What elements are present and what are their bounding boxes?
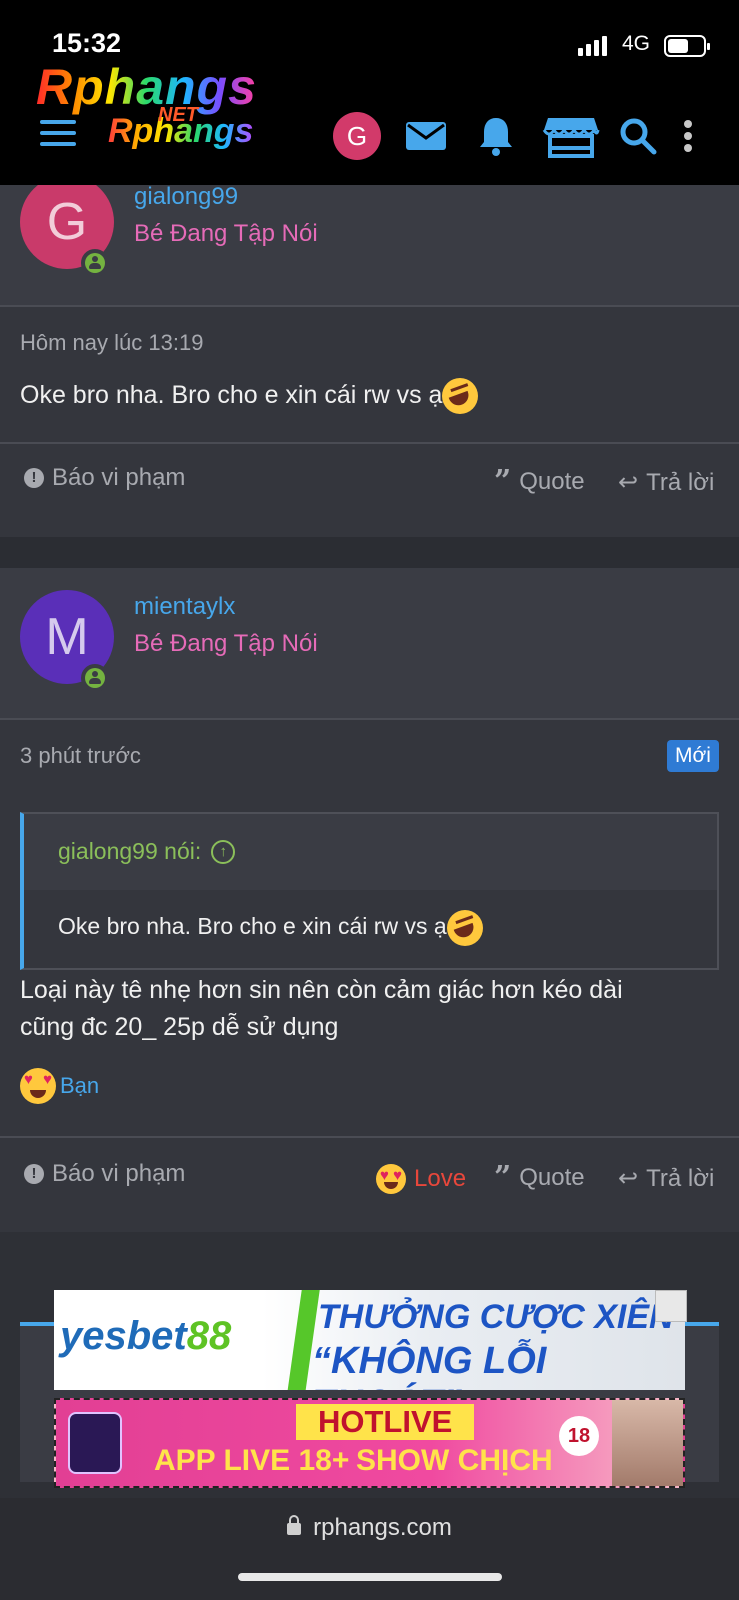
reply-icon: ↩ [618, 1165, 639, 1192]
quote-button[interactable]: ” Quote [494, 1160, 585, 1195]
post-mientaylx: M mientaylx Bé Đang Tập Nói 3 phút trước… [0, 568, 739, 1233]
yesbet-ad-banner[interactable]: yesbet88 THƯỞNG CƯỢC XIÊN “KHÔNG LỖI THO… [54, 1290, 685, 1390]
reaction-summary[interactable]: Bạn [20, 1068, 99, 1104]
network-type: 4G [622, 32, 651, 55]
ad2-right-text: SHOW CHỊCH [356, 1444, 553, 1477]
store-icon[interactable] [542, 112, 600, 160]
reaction-user[interactable]: Bạn [60, 1073, 99, 1099]
post-actions: ! Báo vi phạm ” Quote ↩ Trả lời [0, 444, 739, 534]
ad-headline-2: “KHÔNG LỖI THOÁT” [312, 1340, 547, 1390]
ad2-photo [612, 1400, 683, 1486]
laughing-emoji-icon [446, 910, 483, 946]
warning-icon: ! [24, 468, 44, 488]
post-timestamp[interactable]: 3 phút trước [20, 743, 141, 769]
reply-label: Trả lời [646, 1164, 715, 1192]
cellular-signal-icon [578, 36, 607, 56]
new-badge: Mới [667, 740, 719, 772]
bell-icon[interactable] [472, 112, 520, 160]
browser-address-bar[interactable]: rphangs.com [0, 1498, 739, 1600]
report-label: Báo vi phạm [52, 1160, 186, 1187]
post-gialong99: G gialong99 Bé Đang Tập Nói Hôm nay lúc … [0, 175, 739, 537]
quote-text-content: Oke bro nha. Bro cho e xin cái rw vs ạ [58, 913, 447, 940]
lock-icon [287, 1515, 302, 1535]
quote-text: Oke bro nha. Bro cho e xin cái rw vs ạ [58, 910, 483, 946]
quote-button[interactable]: ” Quote [494, 464, 585, 499]
username-link[interactable]: gialong99 [134, 183, 238, 211]
site-logo[interactable]: Rphangs [36, 58, 257, 116]
reply-icon: ↩ [618, 469, 639, 496]
status-time: 15:32 [52, 28, 122, 58]
quote-icon: ” [494, 1160, 512, 1195]
battery-icon [664, 35, 710, 57]
post-timestamp[interactable]: Hôm nay lúc 13:19 [20, 330, 203, 356]
report-label: Báo vi phạm [52, 464, 186, 491]
love-label: Love [414, 1165, 467, 1192]
username-link[interactable]: mientaylx [134, 593, 235, 621]
home-indicator[interactable] [238, 1573, 502, 1581]
post-user-block: M mientaylx Bé Đang Tập Nói [0, 568, 739, 718]
reply-button[interactable]: ↩ Trả lời [618, 1164, 714, 1193]
url-display[interactable]: rphangs.com [0, 1514, 739, 1542]
love-reaction-button[interactable]: Love [376, 1164, 466, 1194]
warning-icon: ! [24, 1164, 44, 1184]
ad-brand: yesbet88 [60, 1314, 232, 1358]
more-icon[interactable] [676, 112, 700, 160]
quote-author-label: gialong99 nói: [58, 838, 202, 864]
hotlive-ad-banner[interactable]: HOTLIVE APP LIVE 18+ SHOW CHỊCH 18 [54, 1398, 685, 1488]
ad-headline-1: THƯỞNG CƯỢC XIÊN [318, 1298, 674, 1336]
divider [0, 718, 739, 720]
user-title: Bé Đang Tập Nói [134, 220, 318, 247]
arrow-up-circle-icon[interactable]: ↑ [211, 839, 236, 864]
divider [0, 305, 739, 307]
reply-button[interactable]: ↩ Trả lời [618, 468, 714, 497]
report-button[interactable]: ! Báo vi phạm [24, 464, 185, 492]
account-avatar[interactable]: G [333, 112, 381, 160]
app-header: 15:32 4G Rphangs Rphangs NET G [0, 0, 739, 185]
post-body-text: Oke bro nha. Bro cho e xin cái rw vs ạ [20, 381, 443, 409]
post-body-line-2: cũng đc 20_ 25p dễ sử dụng [20, 1013, 339, 1041]
url-text: rphangs.com [313, 1514, 452, 1541]
mail-icon[interactable] [402, 112, 450, 160]
quote-content: Oke bro nha. Bro cho e xin cái rw vs ạ [24, 890, 717, 968]
user-title: Bé Đang Tập Nói [134, 630, 318, 657]
post-body: Loại này tê nhẹ hơn sin nên còn cảm giác… [20, 972, 720, 1046]
quote-icon: ” [494, 464, 512, 499]
reply-label: Trả lời [646, 468, 715, 496]
ad2-left-text: APP LIVE 18+ [154, 1444, 350, 1477]
report-button[interactable]: ! Báo vi phạm [24, 1160, 185, 1188]
quote-block: gialong99 nói: ↑ Oke bro nha. Bro cho e … [20, 812, 719, 970]
app-logo-icon [68, 1412, 122, 1474]
ad2-title: HOTLIVE [296, 1404, 475, 1440]
post-user-block: G gialong99 Bé Đang Tập Nói [0, 175, 739, 305]
age-18-badge: 18 [559, 1416, 599, 1456]
search-icon[interactable] [614, 112, 662, 160]
post-body: Oke bro nha. Bro cho e xin cái rw vs ạ [20, 377, 720, 415]
love-emoji-icon [376, 1164, 406, 1194]
post-body-line-1: Loại này tê nhẹ hơn sin nên còn cảm giác… [20, 976, 623, 1004]
post-actions: ! Báo vi phạm Love ” Quote ↩ Trả lời [0, 1138, 739, 1228]
online-status-icon [81, 664, 109, 692]
page-root: 15:32 4G Rphangs Rphangs NET G G gialong… [0, 0, 739, 1600]
quote-label: Quote [519, 468, 585, 495]
quote-label: Quote [519, 1164, 585, 1191]
menu-icon[interactable] [40, 118, 76, 148]
quote-author[interactable]: gialong99 nói: ↑ [58, 838, 236, 865]
header-logo-net: NET [158, 104, 198, 126]
online-status-icon [81, 249, 109, 277]
laughing-emoji-icon [442, 378, 479, 415]
love-emoji-icon [20, 1068, 56, 1104]
ad-close-button[interactable] [655, 1290, 687, 1322]
